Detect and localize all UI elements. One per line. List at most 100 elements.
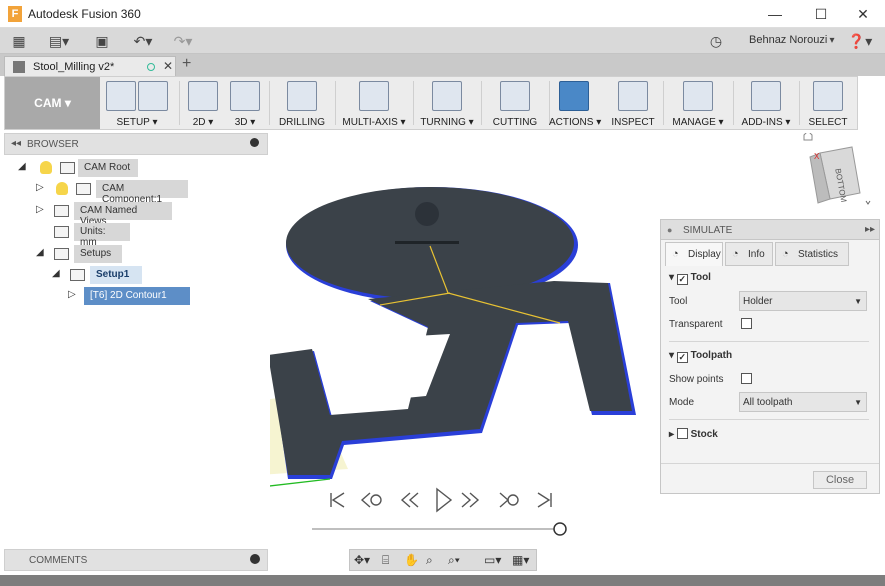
stock-section-header[interactable]: ▸ Stock: [669, 428, 718, 440]
collapse-triangle-icon[interactable]: ◢: [36, 247, 44, 258]
actions-group-label: ACTIONS ▾: [549, 117, 602, 128]
expand-triangle-icon[interactable]: ▸: [669, 429, 674, 440]
home-view-icon[interactable]: [803, 130, 813, 141]
step-back-icon[interactable]: [400, 492, 419, 508]
tab-display[interactable]: ◔ Display: [665, 242, 723, 266]
transparent-checkbox[interactable]: [741, 318, 752, 330]
playback-controls[interactable]: [330, 487, 552, 513]
tree-node-setup1[interactable]: ◢ Setup1: [16, 266, 266, 284]
2d-group[interactable]: 2D ▾: [183, 77, 223, 129]
visibility-bulb-icon[interactable]: [56, 182, 68, 195]
setup-folder-icon: [138, 81, 168, 111]
tool-checkbox[interactable]: ✓: [676, 274, 688, 285]
collapse-triangle-icon[interactable]: ◢: [52, 268, 60, 279]
visibility-bulb-icon[interactable]: [40, 161, 52, 174]
add-ins-group[interactable]: ADD-INS ▾: [735, 77, 797, 129]
tree-node-named-views[interactable]: ▷ CAM Named Views: [16, 202, 266, 227]
inspect-group[interactable]: INSPECT: [605, 77, 661, 129]
file-menu-icon[interactable]: ▤▾: [48, 32, 70, 50]
cutting-group[interactable]: CUTTING: [483, 77, 547, 129]
collapse-browser-icon[interactable]: ◂◂: [11, 138, 21, 149]
multi-axis-group[interactable]: MULTI-AXIS ▾: [339, 77, 409, 129]
tree-node-cam-component[interactable]: ▷ CAM Component:1: [16, 180, 266, 205]
collapse-triangle-icon[interactable]: ▾: [669, 272, 674, 283]
play-icon[interactable]: [436, 487, 453, 513]
undo-icon[interactable]: ↶▾: [128, 32, 158, 50]
minimize-button[interactable]: —: [753, 0, 797, 28]
frame-body[interactable]: [268, 281, 632, 475]
tool-holder: [415, 202, 439, 226]
workspace-switcher[interactable]: CAM ▾: [5, 77, 100, 129]
job-status-clock-icon[interactable]: ◷: [707, 32, 725, 50]
data-panel-grid-icon[interactable]: ▦: [10, 32, 28, 50]
checkbox-box[interactable]: [741, 318, 752, 329]
drilling-group[interactable]: DRILLING: [271, 77, 333, 129]
toolpath-section-header[interactable]: ▾ ✓ Toolpath: [669, 350, 732, 363]
mode-dropdown[interactable]: All toolpath ▼: [739, 392, 867, 412]
previous-point-icon[interactable]: [360, 492, 382, 508]
user-name[interactable]: Behnaz Norouzi: [749, 34, 827, 46]
go-to-start-icon[interactable]: [330, 492, 345, 508]
setup-group[interactable]: SETUP ▾: [103, 77, 171, 129]
tree-node-units[interactable]: Units: mm: [16, 223, 266, 248]
collapse-triangle-icon[interactable]: ◢: [18, 161, 26, 172]
tree-node-cam-root[interactable]: ◢ CAM Root: [16, 159, 266, 177]
dropdown-value: Holder: [743, 296, 773, 307]
close-simulate-button[interactable]: Close: [813, 471, 867, 489]
view-cube-menu-icon[interactable]: [865, 200, 871, 205]
browser-options-icon[interactable]: [250, 138, 259, 147]
user-menu-chevron-icon[interactable]: ▾: [826, 32, 838, 50]
simulate-header[interactable]: ● SIMULATE ▸▸: [661, 220, 879, 240]
tree-node-2d-contour1[interactable]: ▷ [T6] 2D Contour1: [16, 287, 266, 305]
document-tab[interactable]: Stool_Milling v2* ✕: [4, 56, 176, 76]
select-group[interactable]: SELECT: [801, 77, 855, 129]
browser-panel-header[interactable]: ◂◂ BROWSER: [4, 133, 268, 155]
zoom-icon[interactable]: ⌕: [426, 553, 433, 568]
new-tab-button[interactable]: +: [182, 55, 191, 73]
window-title: Autodesk Fusion 360: [28, 7, 141, 21]
new-setup-icon: [106, 81, 136, 111]
tree-node-setups[interactable]: ◢ Setups: [16, 245, 266, 263]
redo-icon[interactable]: ↷▾: [168, 32, 198, 50]
stock-checkbox[interactable]: [676, 428, 688, 439]
expand-triangle-icon[interactable]: ▷: [36, 204, 44, 215]
tool-dropdown[interactable]: Holder ▼: [739, 291, 867, 311]
expand-triangle-icon[interactable]: ▷: [36, 182, 44, 193]
close-tab-icon[interactable]: ✕: [163, 59, 173, 73]
close-window-button[interactable]: ✕: [841, 0, 885, 28]
tool-section-header[interactable]: ▾ ✓ Tool: [669, 272, 711, 285]
manage-group[interactable]: MANAGE ▾: [665, 77, 731, 129]
3d-group[interactable]: 3D ▾: [225, 77, 265, 129]
next-point-icon[interactable]: [499, 492, 519, 508]
go-to-end-icon[interactable]: [537, 492, 552, 508]
document-tab-bar: Stool_Milling v2* ✕ +: [0, 54, 885, 76]
toolpath-checkbox[interactable]: ✓: [676, 352, 688, 363]
turning-group[interactable]: TURNING ▾: [415, 77, 479, 129]
collapse-triangle-icon[interactable]: ▾: [669, 350, 674, 361]
help-icon[interactable]: ❓▾: [846, 32, 874, 50]
step-forward-icon[interactable]: [461, 492, 480, 508]
tab-statistics[interactable]: ◔ Statistics: [775, 242, 849, 266]
orbit-icon[interactable]: ✥▾: [354, 553, 370, 567]
show-points-checkbox[interactable]: [741, 373, 752, 385]
maximize-button[interactable]: ☐: [799, 0, 843, 28]
display-settings-icon[interactable]: ▭▾: [484, 553, 501, 567]
checkbox-box[interactable]: [741, 373, 752, 384]
tab-info[interactable]: ◔ Info: [725, 242, 773, 266]
fit-view-icon[interactable]: ⌕▾: [448, 553, 460, 568]
fusion-app-icon: F: [8, 6, 22, 22]
expand-triangle-icon[interactable]: ▷: [68, 289, 76, 300]
ribbon-divider: [335, 81, 336, 125]
actions-group[interactable]: ACTIONS ▾: [549, 77, 602, 129]
add-comment-icon[interactable]: [250, 554, 260, 564]
pan-hand-icon[interactable]: ✋: [404, 553, 419, 567]
timeline-slider-handle[interactable]: [553, 522, 567, 536]
ribbon-toolbar: CAM ▾ SETUP ▾ 2D ▾ 3D ▾ DRILLING MULTI-A…: [4, 76, 858, 130]
view-cube[interactable]: BOTTOM X: [803, 130, 871, 205]
save-icon[interactable]: ▣: [93, 32, 111, 50]
comments-panel-header[interactable]: COMMENTS: [4, 549, 268, 571]
grid-settings-icon[interactable]: ▦▾: [512, 553, 529, 567]
drag-handle-icon[interactable]: ●: [667, 225, 672, 235]
collapse-panel-icon[interactable]: ▸▸: [865, 224, 875, 235]
look-at-icon[interactable]: ⌸: [382, 553, 389, 568]
